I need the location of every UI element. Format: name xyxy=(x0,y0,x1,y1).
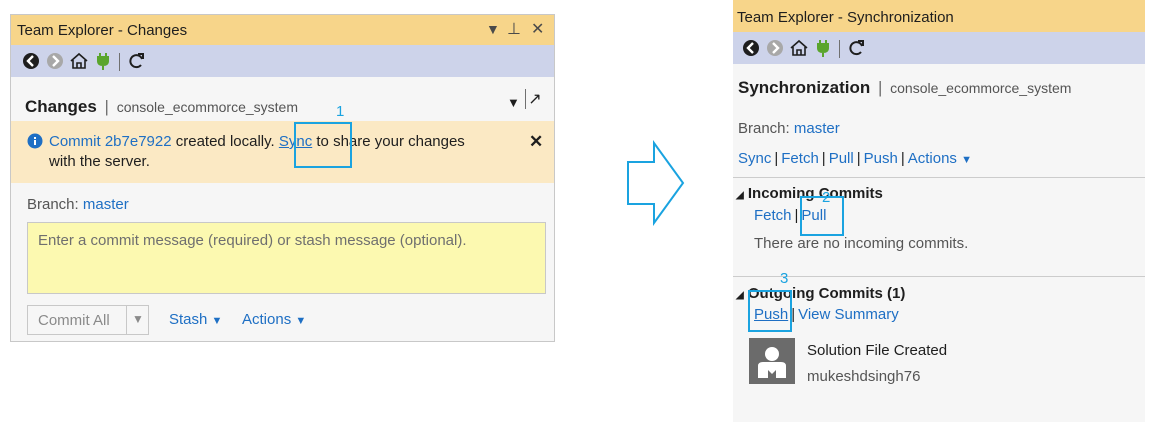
push-link[interactable]: Push xyxy=(864,150,898,167)
outgoing-commit-item[interactable]: Solution File Created mukeshdsingh76 xyxy=(749,338,1129,388)
forward-icon[interactable] xyxy=(45,51,65,71)
page-header-sync: Synchronization | console_ecommorce_syst… xyxy=(738,78,1072,97)
divider xyxy=(733,177,1145,178)
stash-dropdown-icon: ▼ xyxy=(211,315,223,327)
no-incoming-text: There are no incoming commits. xyxy=(754,235,969,252)
pull-link[interactable]: Pull xyxy=(829,150,854,167)
toolbar-sync xyxy=(733,32,1145,64)
branch-label: Branch: xyxy=(27,196,79,213)
actions-dropdown-icon[interactable]: ▼ xyxy=(961,154,972,166)
team-explorer-changes-panel: Team Explorer - Changes ▼ ⊥ ✕ Changes | … xyxy=(10,14,555,342)
highlight-number-2: 2 xyxy=(822,189,831,206)
branch-link-sync[interactable]: master xyxy=(794,120,840,137)
actions-label: Actions xyxy=(242,311,292,328)
branch-row-sync: Branch: master xyxy=(738,120,840,137)
info-icon xyxy=(27,133,43,149)
collapse-triangle-icon: ◢ xyxy=(736,290,744,301)
highlight-number-1: 1 xyxy=(336,103,345,120)
home-icon[interactable] xyxy=(789,38,809,58)
info-text-a: created locally. xyxy=(171,133,279,150)
commit-message-input[interactable]: Enter a commit message (required) or sta… xyxy=(27,222,546,294)
commit-all-label: Commit All xyxy=(38,312,110,329)
stash-button[interactable]: Stash ▼ xyxy=(169,311,222,328)
highlight-number-3: 3 xyxy=(780,270,789,287)
window-title-sync: Team Explorer - Synchronization xyxy=(737,9,954,26)
highlight-box-3 xyxy=(748,290,792,332)
connect-icon[interactable] xyxy=(93,51,113,71)
collapse-triangle-icon: ◢ xyxy=(736,190,744,201)
home-icon[interactable] xyxy=(69,51,89,71)
branch-link[interactable]: master xyxy=(83,196,129,213)
dismiss-icon[interactable]: ✕ xyxy=(529,132,543,152)
sync-actions-row: Sync | Fetch | Pull | Push | Actions ▼ xyxy=(738,150,972,167)
commit-all-button[interactable]: Commit All ▼ xyxy=(27,305,149,335)
header-dropdown-icon[interactable]: ▼ xyxy=(507,95,520,110)
highlight-box-1 xyxy=(294,122,352,168)
team-explorer-sync-panel: Team Explorer - Synchronization Synchron… xyxy=(733,0,1145,422)
commit-title: Solution File Created xyxy=(807,342,948,359)
repo-name-sync: console_ecommorce_system xyxy=(890,80,1072,96)
back-icon[interactable] xyxy=(741,38,761,58)
commit-link[interactable]: Commit 2b7e7922 xyxy=(49,133,172,150)
back-icon[interactable] xyxy=(21,51,41,71)
repo-name: console_ecommorce_system xyxy=(116,99,298,115)
commit-message-placeholder: Enter a commit message (required) or sta… xyxy=(38,232,467,249)
dropdown-icon[interactable]: ▼ xyxy=(486,21,500,37)
refresh-icon[interactable] xyxy=(847,38,867,58)
info-text-c: with the server. xyxy=(49,153,150,170)
incoming-fetch-link[interactable]: Fetch xyxy=(754,207,792,224)
title-bar-sync: Team Explorer - Synchronization xyxy=(733,0,1145,32)
divider-2 xyxy=(733,276,1145,277)
actions-link[interactable]: Actions xyxy=(908,150,957,167)
undock-icon[interactable]: ↗ xyxy=(525,89,544,109)
commit-author: mukeshdsingh76 xyxy=(807,368,921,385)
connect-icon[interactable] xyxy=(813,38,833,58)
branch-label-sync: Branch: xyxy=(738,120,790,137)
close-icon[interactable]: ✕ xyxy=(531,19,544,39)
actions-button[interactable]: Actions ▼ xyxy=(242,311,306,328)
forward-icon[interactable] xyxy=(765,38,785,58)
pin-icon[interactable]: ⊥ xyxy=(507,19,521,39)
info-bar: Commit 2b7e7922 created locally. Sync to… xyxy=(11,121,554,183)
fetch-link[interactable]: Fetch xyxy=(781,150,819,167)
page-header: Changes | console_ecommorce_system xyxy=(25,97,298,116)
window-title: Team Explorer - Changes xyxy=(17,22,188,39)
page-title: Changes xyxy=(25,97,97,116)
stash-label: Stash xyxy=(169,311,208,328)
commit-all-dropdown-icon[interactable]: ▼ xyxy=(132,312,144,326)
view-summary-link[interactable]: View Summary xyxy=(798,306,899,323)
actions-dropdown-icon: ▼ xyxy=(295,315,307,327)
page-title-sync: Synchronization xyxy=(738,78,871,97)
title-bar: Team Explorer - Changes ▼ ⊥ ✕ xyxy=(11,15,554,45)
avatar xyxy=(749,338,795,384)
refresh-icon[interactable] xyxy=(127,51,147,71)
right-arrow-icon xyxy=(627,140,685,226)
sync-link[interactable]: Sync xyxy=(738,150,771,167)
toolbar xyxy=(11,45,554,77)
branch-row: Branch: master xyxy=(27,196,129,213)
